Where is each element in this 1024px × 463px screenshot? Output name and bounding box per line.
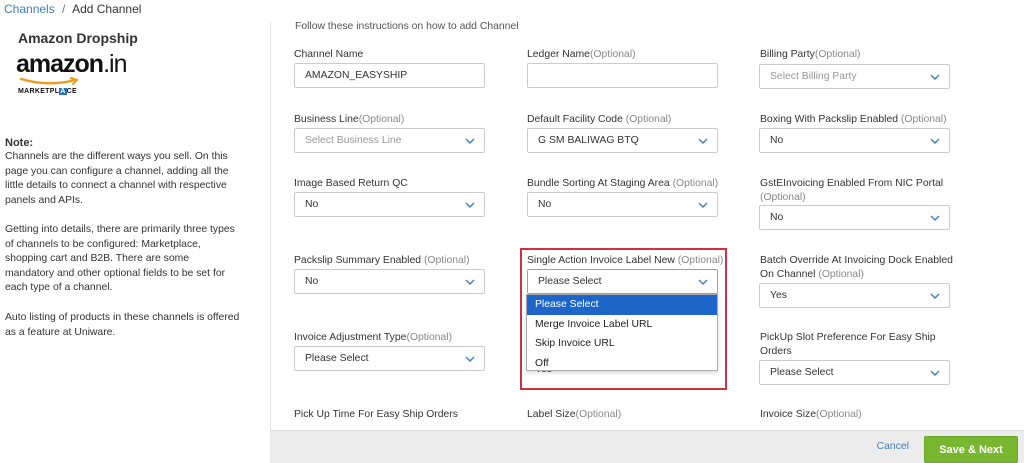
instructions-text: Follow these instructions on how to add … <box>295 21 519 32</box>
chevron-down-icon <box>465 202 475 208</box>
pickup-slot-label: PickUp Slot Preference For Easy Ship Orde… <box>760 332 936 357</box>
chevron-down-icon <box>698 202 708 208</box>
default-facility-label: Default Facility Code (Optional) <box>527 114 672 125</box>
chevron-down-icon <box>465 138 475 144</box>
boxing-packslip-select[interactable]: No <box>759 128 950 153</box>
channel-title: Amazon Dropship <box>18 30 138 46</box>
chevron-down-icon <box>465 279 475 285</box>
gst-einvoicing-select[interactable]: No <box>759 205 950 230</box>
save-next-button[interactable]: Save & Next <box>924 436 1018 463</box>
bundle-sorting-select[interactable]: No <box>527 192 718 217</box>
highlight-annotation-box <box>520 248 727 390</box>
business-line-select[interactable]: Select Business Line <box>294 128 485 153</box>
packslip-summary-label: Packslip Summary Enabled (Optional) <box>294 255 470 266</box>
note-paragraph: Getting into details, there are primaril… <box>5 224 235 294</box>
batch-override-label: Batch Override At Invoicing Dock Enabled… <box>760 255 953 280</box>
logo-marketplace-text: MARKETPLACE <box>18 88 77 95</box>
pickup-time-label: Pick Up Time For Easy Ship Orders <box>294 409 458 420</box>
packslip-summary-select[interactable]: No <box>294 269 485 294</box>
note-paragraph: Channels are the different ways you sell… <box>5 151 229 206</box>
channel-name-label: Channel Name <box>294 49 364 60</box>
invoice-size-label: Invoice Size(Optional) <box>760 409 862 420</box>
channel-name-input[interactable]: AMAZON_EASYSHIP <box>294 63 485 88</box>
chevron-down-icon <box>930 293 940 299</box>
chevron-down-icon <box>698 138 708 144</box>
amazon-logo: amazon.in MARKETPLACE <box>16 50 136 120</box>
batch-override-select[interactable]: Yes <box>759 283 950 308</box>
default-facility-select[interactable]: G SM BALIWAG BTQ <box>527 128 718 153</box>
bundle-sorting-label: Bundle Sorting At Staging Area (Optional… <box>527 178 719 189</box>
label-size-label: Label Size(Optional) <box>527 409 622 420</box>
logo-main-text: amazon <box>16 50 104 78</box>
chevron-down-icon <box>930 370 940 376</box>
note-title: Note: <box>5 137 34 149</box>
invoice-adjustment-label: Invoice Adjustment Type(Optional) <box>294 332 453 343</box>
breadcrumb-separator: / <box>62 2 66 16</box>
ledger-name-label: Ledger Name(Optional) <box>527 49 636 60</box>
image-return-qc-select[interactable]: No <box>294 192 485 217</box>
ledger-name-input[interactable] <box>527 63 718 88</box>
invoice-adjustment-select[interactable]: Please Select <box>294 346 485 371</box>
breadcrumb-channels-link[interactable]: Channels <box>4 2 55 16</box>
billing-party-label: Billing Party(Optional) <box>760 49 861 60</box>
cancel-link[interactable]: Cancel <box>877 441 909 452</box>
chevron-down-icon <box>930 215 940 221</box>
amazon-smile-icon <box>19 77 79 85</box>
form-footer: Cancel Save & Next <box>270 430 1024 463</box>
business-line-label: Business Line(Optional) <box>294 114 405 125</box>
chevron-down-icon <box>465 356 475 362</box>
chevron-down-icon <box>930 74 940 80</box>
boxing-packslip-label: Boxing With Packslip Enabled (Optional) <box>760 114 947 125</box>
logo-suffix-text: .in <box>103 50 127 78</box>
chevron-down-icon <box>930 138 940 144</box>
billing-party-select[interactable]: Select Billing Party <box>759 64 950 89</box>
pickup-slot-select[interactable]: Please Select <box>759 360 950 385</box>
gst-einvoicing-label: GstEInvoicing Enabled From NIC Portal (Op… <box>760 178 944 203</box>
breadcrumb-current: Add Channel <box>72 2 142 16</box>
note-paragraph: Auto listing of products in these channe… <box>5 312 240 338</box>
image-return-qc-label: Image Based Return QC <box>294 178 408 189</box>
breadcrumb: Channels / Add Channel <box>4 2 141 16</box>
